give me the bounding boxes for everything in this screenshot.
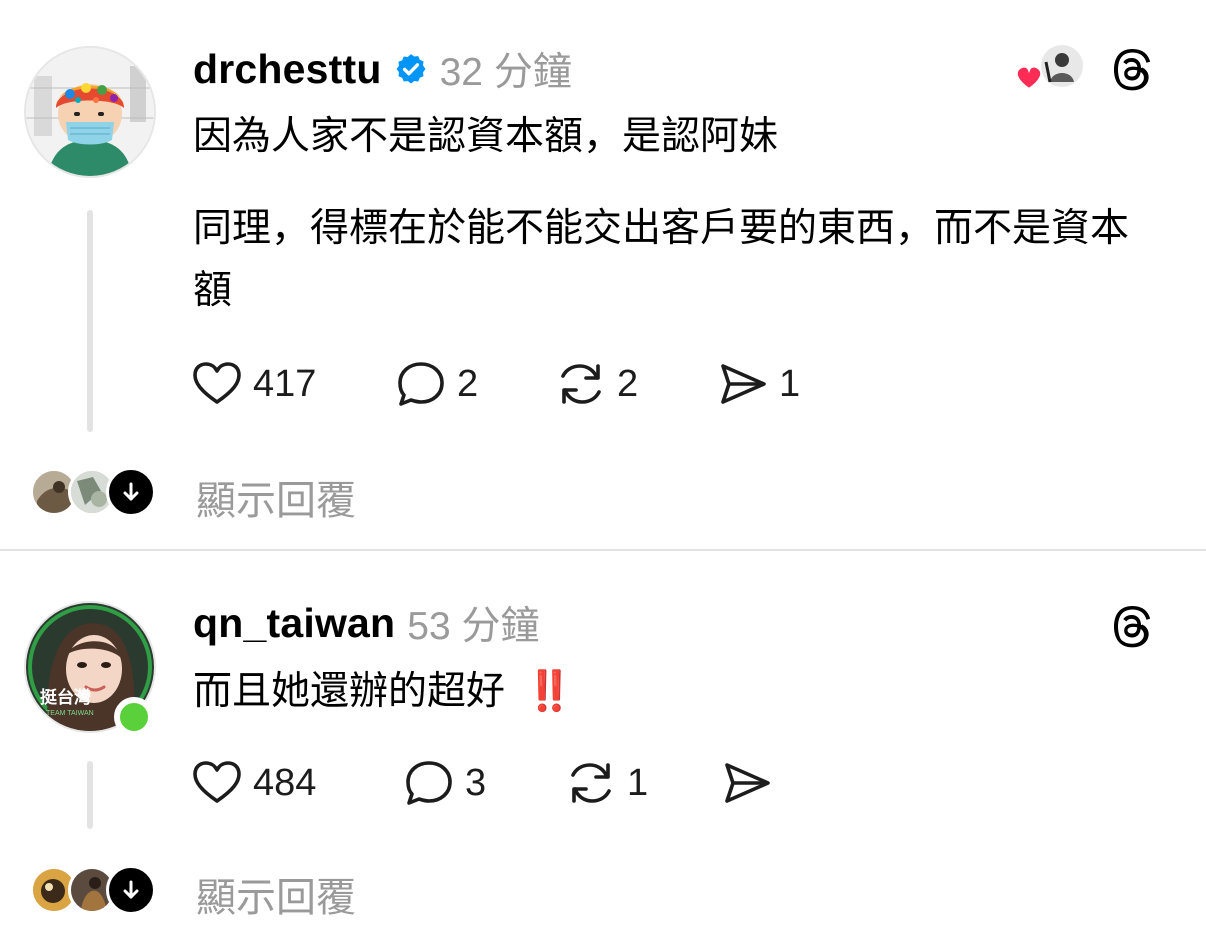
svg-text:TEAM TAIWAN: TEAM TAIWAN: [46, 710, 94, 717]
post-header: qn_taiwan 53 分鐘: [193, 598, 540, 649]
post-drchesttu[interactable]: drchesttu 32 分鐘 因為人家不是認資本額，是認阿妹 同理，得標在於能…: [0, 0, 1206, 550]
reply-avatars[interactable]: [30, 864, 156, 916]
cartoon-surgeon-avatar-icon: [26, 48, 154, 176]
send-paper-plane-icon: [725, 763, 770, 803]
thread-line: [87, 210, 93, 432]
post-paragraph: 同理，得標在於能不能交出客戶要的東西，而不是資本額: [193, 206, 1130, 313]
reply-avatars[interactable]: [30, 466, 156, 518]
comment-bubble-icon: [398, 362, 444, 406]
post-time: 32 分鐘: [439, 51, 572, 94]
comment-button[interactable]: 2: [395, 358, 478, 410]
comment-count: 2: [457, 362, 479, 405]
send-paper-plane-icon: [721, 364, 766, 404]
heart-outline-icon: [193, 761, 241, 803]
show-replies-link[interactable]: 顯示回覆: [196, 865, 356, 923]
thread-line: [87, 761, 93, 829]
post-text: 因為人家不是認資本額，是認阿妹 同理，得標在於能不能交出客戶要的東西，而不是資本…: [193, 106, 1153, 322]
like-button[interactable]: 484: [191, 757, 316, 809]
repost-count: 1: [627, 761, 649, 804]
post-qn-taiwan[interactable]: 挺台灣 TEAM TAIWAN qn_taiwan 53 分鐘 而且她還辦的超好…: [0, 551, 1206, 942]
show-replies-arrow-icon[interactable]: [106, 865, 156, 915]
threads-logo-icon[interactable]: [1110, 46, 1158, 94]
comment-bubble-icon: [406, 761, 452, 805]
repost-count: 2: [617, 362, 639, 405]
username[interactable]: drchesttu: [193, 46, 382, 93]
like-count: 484: [253, 761, 317, 804]
like-count: 417: [253, 362, 317, 405]
repost-icon: [561, 364, 601, 404]
post-header: drchesttu 32 分鐘: [193, 44, 572, 95]
threads-logo-icon[interactable]: [1110, 603, 1158, 651]
verified-badge-icon: [396, 54, 426, 84]
svg-text:挺台灣: 挺台灣: [40, 687, 91, 708]
double-exclamation-emoji: ‼️: [525, 669, 574, 714]
liked-by-indicator[interactable]: [1012, 42, 1088, 98]
post-time: 53 分鐘: [407, 605, 540, 648]
share-count: 1: [779, 362, 801, 405]
comment-count: 3: [465, 761, 487, 804]
share-button[interactable]: [721, 757, 783, 809]
username[interactable]: qn_taiwan: [193, 600, 395, 647]
repost-button[interactable]: 1: [565, 757, 648, 809]
online-status-dot: [114, 697, 154, 737]
post-paragraph: 因為人家不是認資本額，是認阿妹: [193, 114, 779, 159]
show-replies-arrow-icon[interactable]: [106, 467, 156, 517]
like-button[interactable]: 417: [191, 358, 316, 410]
show-replies-link[interactable]: 顯示回覆: [196, 468, 356, 526]
repost-icon: [571, 763, 611, 803]
repost-button[interactable]: 2: [555, 358, 638, 410]
comment-button[interactable]: 3: [403, 757, 486, 809]
heart-icon: [1015, 65, 1043, 91]
post-paragraph: 而且她還辦的超好: [193, 669, 506, 714]
avatar-drchesttu[interactable]: [24, 46, 156, 178]
share-button[interactable]: 1: [717, 358, 800, 410]
heart-outline-icon: [193, 362, 241, 404]
post-text: 而且她還辦的超好 ‼️: [193, 661, 1153, 723]
